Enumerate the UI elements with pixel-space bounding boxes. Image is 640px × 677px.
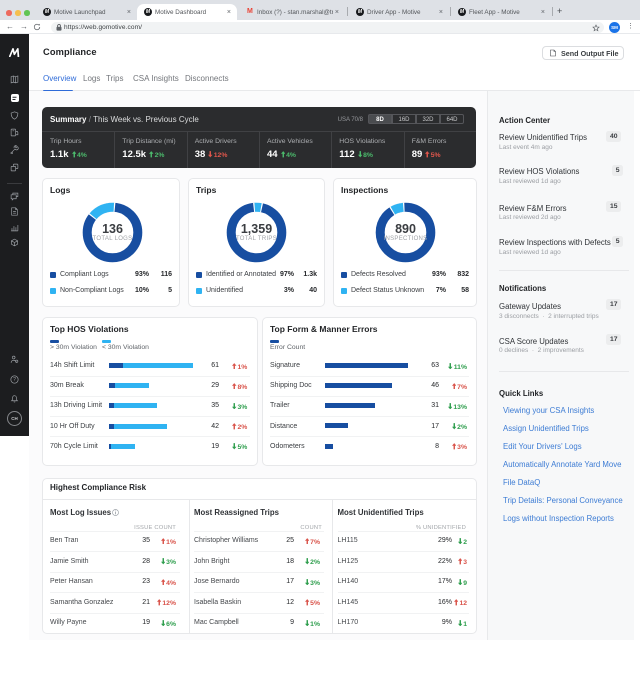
- svg-text:?: ?: [13, 378, 16, 384]
